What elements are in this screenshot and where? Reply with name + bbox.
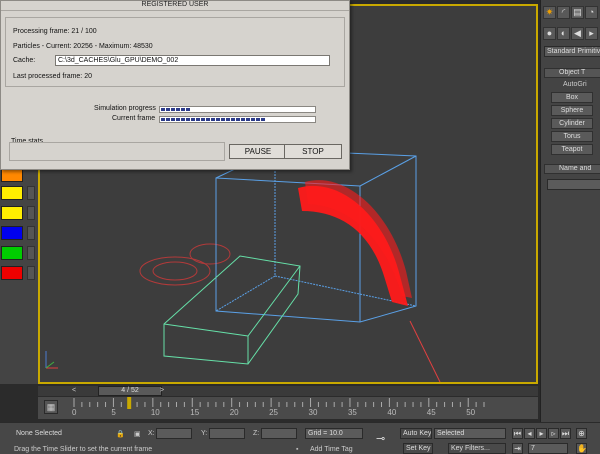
key-filters-button[interactable]: Key Filters...	[448, 443, 506, 454]
swatch-tab[interactable]	[27, 186, 35, 200]
track-tick-label: 0	[72, 408, 77, 417]
z-label: Z:	[253, 430, 260, 437]
geometry-icon[interactable]: ●	[543, 27, 556, 40]
y-label: Y:	[201, 430, 208, 437]
color-swatch-red[interactable]	[1, 266, 23, 280]
pause-button[interactable]: PAUSE	[229, 144, 287, 159]
swatch-tab[interactable]	[27, 226, 35, 240]
time-slider-thumb[interactable]: 4 / 52	[98, 386, 162, 396]
key-icon[interactable]: ⊸	[376, 432, 385, 445]
next-frame-icon[interactable]: ▹	[548, 428, 559, 439]
registered-user-label: REGISTERED USER	[1, 1, 349, 11]
track-tick-label: 50	[466, 408, 476, 417]
autogrid-label[interactable]: AutoGri	[563, 81, 587, 88]
set-key-button[interactable]: Set Key	[403, 443, 433, 454]
key-mode-icon[interactable]: ⇥	[512, 443, 523, 454]
current-frame-marker	[127, 397, 132, 409]
object-type-rollout[interactable]: Object T	[544, 68, 600, 78]
swatch-tab[interactable]	[27, 246, 35, 260]
command-panel: ✷ ◜ ▤ ◔ ● ◐ ◀ ▸ Standard Primitive Objec…	[540, 0, 600, 422]
color-swatch-green[interactable]	[1, 246, 23, 260]
torus-button[interactable]: Torus	[551, 131, 593, 142]
simulation-progress-fill	[161, 108, 191, 111]
simulation-progress-bar	[159, 106, 316, 113]
grid-size-field: Grid = 10.0	[305, 428, 363, 439]
lights-icon[interactable]: ◀	[571, 27, 584, 40]
track-tick-label: 45	[426, 408, 436, 417]
name-color-rollout[interactable]: Name and	[544, 164, 600, 174]
x-coord-field[interactable]	[156, 428, 192, 439]
axis-tripod	[45, 351, 58, 369]
play-icon[interactable]: ▸	[536, 428, 547, 439]
y-coord-field[interactable]	[209, 428, 245, 439]
primitive-type-dropdown[interactable]: Standard Primitive	[544, 46, 600, 57]
current-frame-progress-bar	[159, 116, 316, 123]
shapes-icon[interactable]: ◐	[557, 27, 570, 40]
current-frame-progress-fill	[161, 118, 266, 121]
x-label: X:	[148, 430, 155, 437]
current-frame-field[interactable]: 7	[528, 443, 568, 454]
ground-slab-wire	[163, 255, 301, 365]
pan-icon[interactable]: ✋	[576, 443, 587, 454]
track-tick-label: 40	[387, 408, 397, 417]
color-swatch-blue[interactable]	[1, 226, 23, 240]
auto-key-button[interactable]: Auto Key	[400, 428, 432, 439]
sim-progress-label: Simulation progress	[94, 105, 156, 112]
teapot-button[interactable]: Teapot	[551, 144, 593, 155]
modify-tab-icon[interactable]: ◜	[557, 6, 570, 19]
prev-frame-icon[interactable]: ◂	[524, 428, 535, 439]
cache-label: Cache:	[13, 57, 36, 64]
sphere-button[interactable]: Sphere	[551, 105, 593, 116]
cache-path-field[interactable]: C:\3d_CACHES\Glu_GPU\DEMO_002	[55, 55, 330, 66]
selected-dropdown[interactable]: Selected	[434, 428, 506, 439]
track-tick-label: 30	[308, 408, 318, 417]
swatch-tab[interactable]	[27, 266, 35, 280]
time-slider-track[interactable]: < 4 / 52 >	[38, 386, 538, 396]
swatch-tab[interactable]	[27, 206, 35, 220]
lock-icon[interactable]: 🔒	[116, 430, 125, 438]
add-time-tag-icon[interactable]: ▪	[296, 446, 298, 453]
prompt-text: Drag the Time Slider to set the current …	[14, 446, 153, 453]
color-swatch-yellow[interactable]	[1, 186, 23, 200]
stop-button[interactable]: STOP	[284, 144, 342, 159]
cameras-icon[interactable]: ▸	[585, 27, 598, 40]
time-stats-box	[9, 142, 225, 161]
status-bar: None Selected 🔒 ▣ X: Y: Z: Grid = 10.0 D…	[0, 422, 600, 454]
add-time-tag-label[interactable]: Add Time Tag	[310, 446, 353, 453]
left-color-strip	[0, 168, 38, 384]
absolute-mode-icon[interactable]: ▣	[134, 430, 141, 438]
time-slider-next[interactable]: >	[160, 387, 164, 394]
track-tick-label: 35	[347, 408, 357, 417]
track-tick-label: 10	[150, 408, 160, 417]
selection-status: None Selected	[14, 429, 110, 440]
track-bar[interactable]: 0 5 10 15 20 25 30 35 40 45 50	[38, 397, 538, 419]
cylinder-button[interactable]: Cylinder	[551, 118, 593, 129]
color-swatch-orange[interactable]	[1, 168, 23, 182]
motion-tab-icon[interactable]: ◔	[585, 6, 598, 19]
track-tick-label: 5	[111, 408, 116, 417]
axis-line	[409, 320, 441, 382]
box-button[interactable]: Box	[551, 92, 593, 103]
track-tick-label: 20	[229, 408, 239, 417]
go-to-end-icon[interactable]: ⏭	[560, 428, 571, 439]
zoom-icon[interactable]: ⊕	[576, 428, 587, 439]
particles-count-text: Particles - Current: 20256 - Maximum: 48…	[13, 43, 153, 50]
processing-frame-text: Processing frame: 21 / 100	[13, 28, 97, 35]
hierarchy-tab-icon[interactable]: ▤	[571, 6, 584, 19]
create-tab-icon[interactable]: ✷	[543, 6, 556, 19]
last-frame-text: Last processed frame: 20	[13, 73, 92, 80]
go-to-start-icon[interactable]: ⏮	[512, 428, 523, 439]
object-name-field[interactable]	[547, 179, 600, 190]
particle-stream	[298, 180, 412, 306]
curve-editor-icon[interactable]: ▦	[44, 400, 58, 414]
simulation-dialog: REGISTERED USER Processing frame: 21 / 1…	[0, 0, 350, 170]
z-coord-field[interactable]	[261, 428, 297, 439]
time-slider-prev[interactable]: <	[72, 387, 76, 394]
track-tick-label: 15	[190, 408, 200, 417]
track-tick-label: 25	[269, 408, 279, 417]
color-swatch-yellow[interactable]	[1, 206, 23, 220]
current-frame-label: Current frame	[112, 115, 156, 122]
